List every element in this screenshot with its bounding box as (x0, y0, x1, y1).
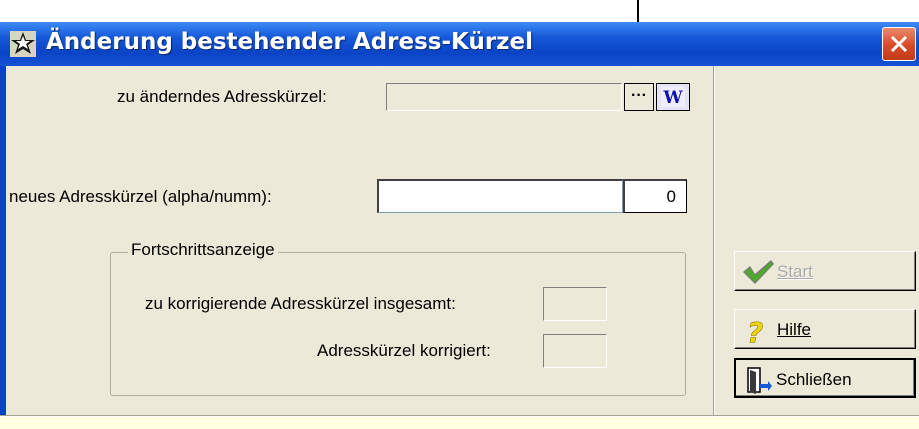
new-shortcut-input[interactable] (377, 179, 623, 213)
new-shortcut-number[interactable]: 0 (623, 179, 687, 213)
progress-legend: Fortschrittsanzeige (128, 240, 278, 260)
svg-text:?: ? (747, 316, 763, 346)
corrected-shortcuts-label: Adresskürzel korrigiert: (317, 341, 491, 360)
start-button[interactable]: Start (734, 251, 916, 291)
dialog-window: Änderung bestehender Adress-Kürzel zu än… (0, 22, 919, 429)
window-frame-edge (0, 66, 6, 429)
star-window-icon (10, 31, 36, 57)
new-shortcut-label: neues Adresskürzel (alpha/numm): (9, 187, 272, 206)
door-exit-icon (747, 367, 772, 394)
progress-groupbox: Fortschrittsanzeige (110, 240, 686, 396)
help-button[interactable]: ? Hilfe (734, 309, 916, 349)
current-shortcut-label: zu änderndes Adresskürzel: (117, 87, 327, 106)
question-mark-icon: ? (747, 316, 764, 346)
browse-button[interactable]: ··· (624, 83, 654, 111)
title-bar: Änderung bestehender Adress-Kürzel (0, 22, 919, 66)
total-shortcuts-label: zu korrigierende Adresskürzel insgesamt: (145, 294, 456, 313)
vertical-divider (713, 66, 715, 416)
total-shortcuts-field (543, 287, 607, 321)
svg-text:W: W (662, 88, 683, 108)
lookup-button[interactable]: W (656, 83, 690, 111)
start-button-label: Start (777, 262, 813, 281)
corrected-shortcuts-field (543, 334, 607, 368)
current-shortcut-input[interactable] (386, 83, 622, 111)
status-bar (0, 417, 919, 429)
close-button-label: Schließen (776, 370, 852, 389)
w-lookup-icon: W (661, 87, 685, 108)
window-title: Änderung bestehender Adress-Kürzel (46, 29, 534, 55)
help-button-label: Hilfe (777, 320, 812, 339)
checkmark-icon (743, 260, 774, 284)
dialog-client-area: zu änderndes Adresskürzel: ··· W neues A… (0, 66, 919, 429)
close-window-button[interactable] (882, 27, 916, 61)
close-button[interactable]: Schließen (734, 358, 916, 398)
ellipsis-icon: ··· (631, 87, 647, 104)
close-icon (890, 35, 908, 53)
